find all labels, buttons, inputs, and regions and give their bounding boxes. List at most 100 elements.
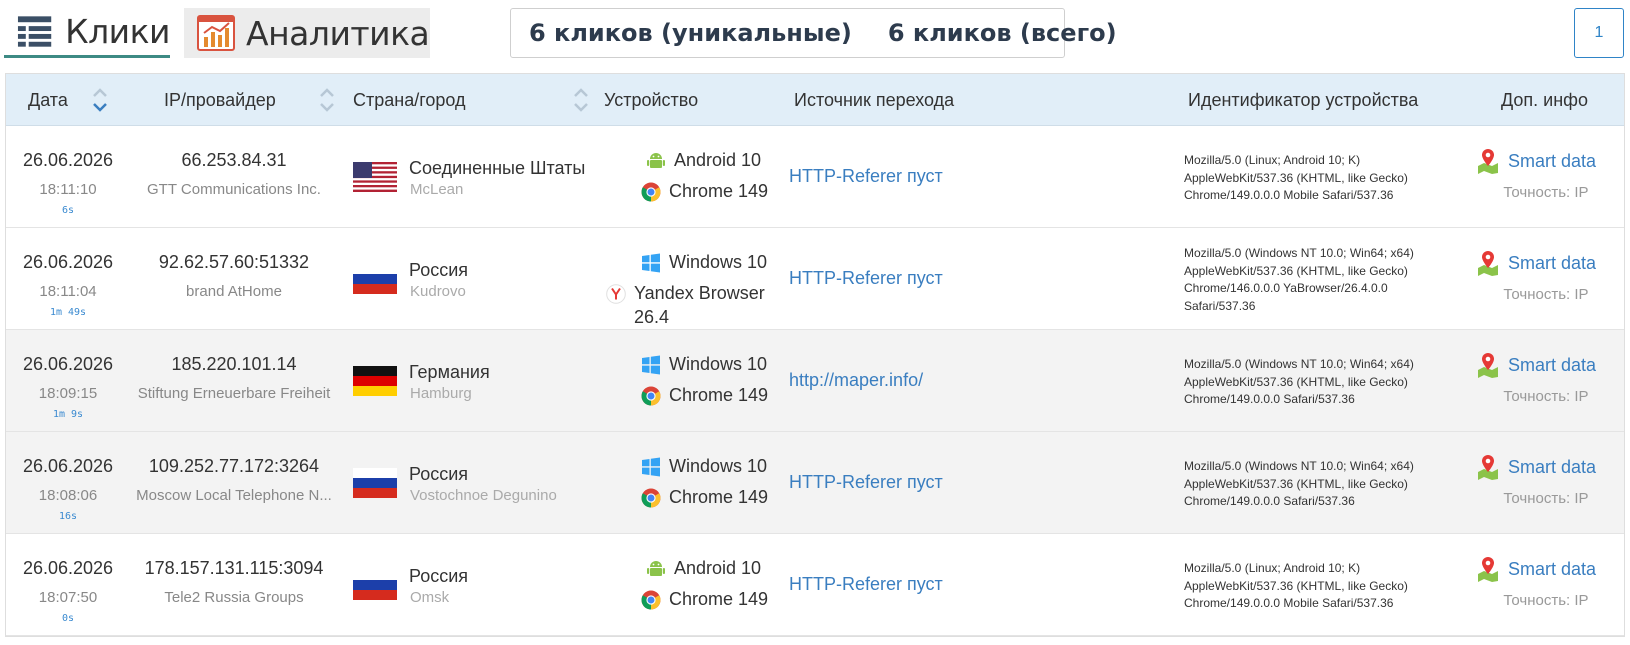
accuracy-label: Точность: IP [1503, 184, 1589, 201]
column-header-device: Устройство [604, 89, 699, 110]
click-time: 18:11:04 [39, 283, 97, 300]
click-date: 26.06.2026 [22, 456, 114, 476]
referer-link[interactable]: HTTP-Referer пуст [789, 472, 943, 493]
city-name: Vostochnoe Degunino [410, 487, 557, 504]
ip-address: 185.220.101.14 [171, 354, 297, 374]
device-os: Android 10 [646, 558, 761, 579]
os-name: Windows 10 [669, 354, 768, 374]
user-agent: Mozilla/5.0 (Windows NT 10.0; Win64; x64… [1184, 245, 1444, 315]
user-agent: Mozilla/5.0 (Linux; Android 10; K) Apple… [1184, 152, 1444, 205]
table-row: 26.06.2026 18:09:15 1m 9s 185.220.101.14… [6, 330, 1624, 432]
column-header-country: Страна/город [353, 89, 466, 110]
tab-analytics[interactable]: Аналитика [184, 8, 430, 58]
sort-country-icon[interactable] [572, 86, 590, 114]
map-pin-icon [1478, 455, 1498, 480]
unique-clicks-count: 6 кликов (уникальные) [529, 19, 852, 47]
referer-link[interactable]: http://maper.info/ [789, 370, 923, 391]
smart-data-link[interactable]: Smart data [1476, 250, 1596, 276]
user-agent-line: Chrome/149.0.0.0 Mobile Safari/537.36 [1184, 596, 1394, 610]
user-agent-line: AppleWebKit/537.36 (KHTML, like Gecko) [1184, 263, 1408, 278]
sort-ip-icon[interactable] [318, 86, 336, 114]
table-row: 26.06.2026 18:08:06 16s 109.252.77.172:3… [6, 432, 1624, 534]
user-agent-line: AppleWebKit/537.36 (KHTML, like Gecko) [1184, 578, 1408, 593]
column-header-device-id: Идентификатор устройства [1188, 89, 1419, 110]
user-agent-line: Mozilla/5.0 (Windows NT 10.0; Win64; x64… [1184, 246, 1414, 260]
provider-name: GTT Communications Inc. [147, 181, 321, 198]
user-agent-line: Chrome/146.0.0.0 YaBrowser/26.4.0.0 [1184, 281, 1388, 295]
user-agent: Mozilla/5.0 (Windows NT 10.0; Win64; x64… [1184, 356, 1444, 409]
user-agent-line: AppleWebKit/537.36 (KHTML, like Gecko) [1184, 170, 1408, 185]
provider-name: Stiftung Erneuerbare Freiheit [137, 385, 331, 402]
de-flag-icon [353, 366, 397, 396]
click-interval: 6s [61, 205, 75, 216]
os-name: Windows 10 [669, 456, 768, 476]
ip-address: 178.157.131.115:3094 [144, 558, 324, 578]
smart-data-label: Smart data [1508, 252, 1597, 273]
table-row: 26.06.2026 18:11:10 6s 66.253.84.31 GTT … [6, 126, 1624, 228]
user-agent-line: Mozilla/5.0 (Windows NT 10.0; Win64; x64… [1184, 459, 1414, 473]
page-button[interactable]: 1 [1574, 8, 1624, 58]
smart-data-label: Smart data [1508, 150, 1597, 171]
smart-data-link[interactable]: Smart data [1476, 352, 1596, 378]
tab-clicks-label: Клики [65, 12, 170, 51]
user-agent-line: Mozilla/5.0 (Windows NT 10.0; Win64; x64… [1184, 357, 1414, 371]
browser-version: 26.4 [634, 307, 670, 327]
list-icon [17, 15, 52, 47]
chrome-icon [641, 590, 661, 609]
os-name: Android 10 [674, 150, 762, 170]
ip-address: 66.253.84.31 [181, 150, 287, 170]
accuracy-label: Точность: IP [1503, 490, 1589, 507]
device-browser: Chrome 149 [641, 385, 768, 406]
table-header: Дата IP/провайдер Страна/город Устройств… [6, 74, 1624, 126]
click-interval: 1m 49s [49, 307, 87, 318]
accuracy-label: Точность: IP [1503, 286, 1589, 303]
browser-name: Yandex Browser [634, 283, 765, 303]
device-browser: Chrome 149 [641, 487, 768, 508]
click-interval: 0s [61, 613, 75, 624]
chrome-icon [641, 488, 661, 507]
yandex-icon [606, 283, 626, 304]
os-name: Windows 10 [669, 252, 768, 272]
smart-data-link[interactable]: Smart data [1476, 454, 1596, 480]
provider-name: Tele2 Russia Groups [164, 589, 304, 606]
device-os: Windows 10 [641, 354, 767, 375]
column-header-referer: Источник перехода [794, 89, 955, 110]
click-date: 26.06.2026 [22, 150, 114, 170]
accuracy-label: Точность: IP [1503, 592, 1589, 609]
country-name: Россия [409, 464, 469, 484]
user-agent-line: AppleWebKit/537.36 (KHTML, like Gecko) [1184, 476, 1408, 491]
referer-link[interactable]: HTTP-Referer пуст [789, 268, 943, 289]
user-agent: Mozilla/5.0 (Windows NT 10.0; Win64; x64… [1184, 458, 1444, 511]
user-agent-line: AppleWebKit/537.36 (KHTML, like Gecko) [1184, 374, 1408, 389]
provider-name: brand AtHome [186, 283, 282, 300]
android-icon [647, 152, 665, 168]
table-row: 26.06.2026 18:07:50 0s 178.157.131.115:3… [6, 534, 1624, 636]
city-name: Kudrovo [410, 283, 466, 300]
tab-clicks[interactable]: Клики [4, 8, 170, 58]
sort-date-icon[interactable] [91, 86, 109, 114]
user-agent-line: Chrome/149.0.0.0 Safari/537.36 [1184, 392, 1355, 406]
device-browser: Yandex Browser [606, 283, 765, 304]
browser-name: Chrome 149 [669, 487, 769, 507]
android-icon [647, 560, 665, 576]
referer-link[interactable]: HTTP-Referer пуст [789, 574, 943, 595]
device-os: Windows 10 [641, 456, 767, 477]
smart-data-link[interactable]: Smart data [1476, 148, 1596, 174]
country-name: Соединенные Штаты [409, 158, 586, 178]
user-agent-line: Chrome/149.0.0.0 Mobile Safari/537.36 [1184, 188, 1394, 202]
smart-data-label: Smart data [1508, 354, 1597, 375]
user-agent-line: Mozilla/5.0 (Linux; Android 10; K) [1184, 561, 1361, 575]
click-date: 26.06.2026 [22, 252, 114, 272]
referer-link[interactable]: HTTP-Referer пуст [789, 166, 943, 187]
column-header-date: Дата [28, 89, 68, 110]
city-name: McLean [410, 181, 464, 198]
map-pin-icon [1478, 149, 1498, 174]
click-counters: 6 кликов (уникальные) 6 кликов (всего) [510, 8, 1117, 58]
smart-data-label: Smart data [1508, 558, 1597, 579]
click-interval: 16s [58, 511, 78, 522]
windows-icon [642, 457, 660, 476]
click-interval: 1m 9s [52, 409, 84, 420]
user-agent-line: Chrome/149.0.0.0 Safari/537.36 [1184, 494, 1355, 508]
clicks-table: Дата IP/провайдер Страна/город Устройств… [5, 73, 1625, 637]
smart-data-link[interactable]: Smart data [1476, 556, 1596, 582]
